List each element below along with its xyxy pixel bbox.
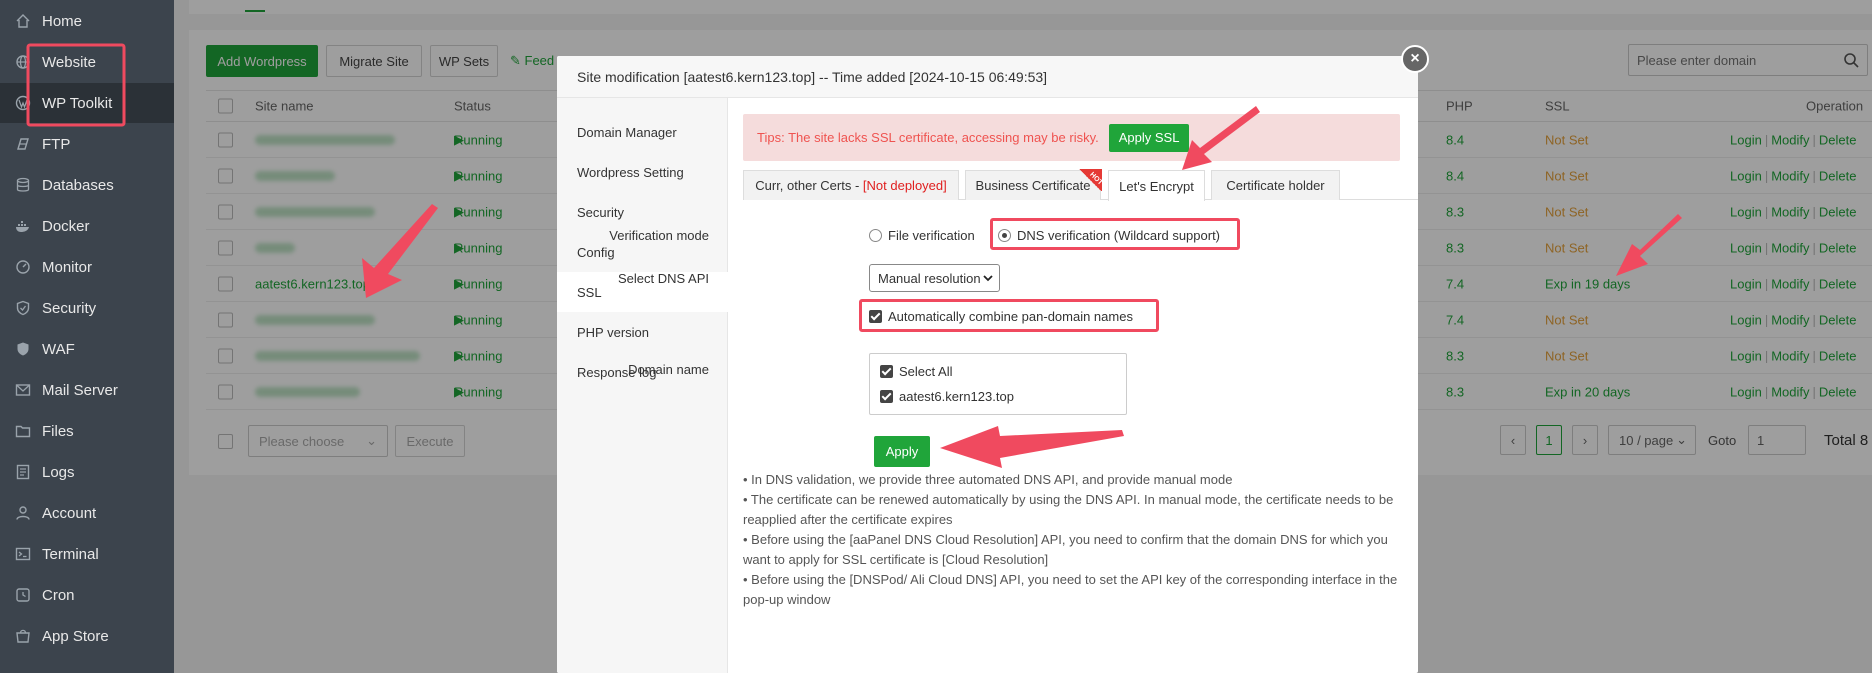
sidebar-item-home[interactable]: Home [0,1,174,41]
domain-item[interactable]: aatest6.kern123.top [880,389,1014,404]
tab-business-certificate[interactable]: Business Certificate HOT [965,169,1104,200]
sidebar-item-monitor[interactable]: Monitor [0,247,174,287]
dns-verification-radio[interactable] [998,229,1011,242]
tab-current-certs[interactable]: Curr, other Certs - [Not deployed] [743,170,959,200]
wordpress-icon [14,94,32,112]
combine-domains-checkbox[interactable] [869,310,882,323]
sidebar-item-databases[interactable]: Databases [0,165,174,205]
menu-item-php-version[interactable]: PHP version [557,312,728,352]
tab-certificate-holder[interactable]: Certificate holder [1211,170,1340,200]
sidebar-item-terminal[interactable]: Terminal [0,534,174,574]
file-verification-label: File verification [888,228,975,243]
select-all-domains-label: Select All [899,364,953,379]
store-icon [14,627,32,645]
chevron-down-icon [983,275,993,282]
menu-item-security[interactable]: Security [557,192,728,232]
folder-icon [14,422,32,440]
sidebar-item-wp-toolkit[interactable]: WP Toolkit [0,83,174,123]
logs-icon [14,463,32,481]
sidebar-item-label: Monitor [42,258,93,276]
monitor-icon [14,258,32,276]
tab-current-label: Curr, other Certs - [755,178,860,193]
sidebar-item-security[interactable]: Security [0,288,174,328]
sidebar-item-logs[interactable]: Logs [0,452,174,492]
sidebar-item-website[interactable]: Website [0,42,174,82]
sidebar-item-waf[interactable]: WAF [0,329,174,369]
shield-icon [14,299,32,317]
clock-icon [14,586,32,604]
domain-name-label: Domain name [628,362,709,377]
dialog-menu: Domain Manager Wordpress Setting Security C… [557,98,728,673]
sidebar-item-label: Databases [42,176,114,194]
combine-domains-label: Automatically combine pan-domain names [888,309,1133,324]
sidebar-item-label: Files [42,422,74,440]
database-icon [14,176,32,194]
sidebar-item-app-store[interactable]: App Store [0,616,174,656]
dns-verification-label: DNS verification (Wildcard support) [1017,228,1221,243]
sidebar-item-label: Home [42,12,83,30]
dns-api-label: Select DNS API [617,271,709,286]
sidebar-item-label: Logs [42,463,75,481]
tab-lets-encrypt[interactable]: Let's Encrypt [1108,170,1205,201]
note-item: • The certificate can be renewed automat… [743,492,1394,527]
sidebar-item-docker[interactable]: Docker [0,206,174,246]
tips-text: Tips: The site lacks SSL certificate, ac… [757,130,1099,145]
sidebar-item-label: App Store [42,627,109,645]
domain-list: Select All aatest6.kern123.top [869,353,1127,415]
waf-icon [14,340,32,358]
ssl-tabs: Curr, other Certs - [Not deployed] Busin… [743,169,1418,201]
file-verification-radio[interactable] [869,229,882,242]
apply-ssl-button[interactable]: Apply SSL [1108,123,1190,152]
sidebar-item-label: Mail Server [42,381,118,399]
sidebar-item-label: Website [42,53,96,71]
apply-button[interactable]: Apply [874,436,930,467]
note-item: • Before using the [aaPanel DNS Cloud Re… [743,532,1388,567]
sidebar-item-ftp[interactable]: FTP [0,124,174,164]
terminal-icon [14,545,32,563]
close-icon[interactable]: × [1401,45,1429,73]
dns-verification-option[interactable]: DNS verification (Wildcard support) [998,228,1220,243]
tab-business-label: Business Certificate [975,178,1091,193]
user-icon [14,504,32,522]
sidebar-item-label: Docker [42,217,90,235]
tab-current-status: [Not deployed] [862,178,947,193]
menu-item-domain-manager[interactable]: Domain Manager [557,112,728,152]
menu-item-wordpress-setting[interactable]: Wordpress Setting [557,152,728,192]
note-item: • Before using the [DNSPod/ Ali Cloud DN… [743,572,1398,607]
site-modification-dialog: Site modification [aatest6.kern123.top] … [557,56,1418,673]
dialog-title: Site modification [aatest6.kern123.top] … [557,56,1418,98]
ftp-icon [14,135,32,153]
sidebar: Home Website WP Toolkit FTP Databases Docker M… [0,0,174,673]
select-all-domains-checkbox[interactable] [880,365,893,378]
home-icon [14,12,32,30]
sidebar-item-label: FTP [42,135,71,153]
select-all-domains[interactable]: Select All [880,364,952,379]
sidebar-item-label: WAF [42,340,75,358]
hot-badge-label: HOT [1088,171,1104,187]
dns-api-select[interactable]: Manual resolution [869,264,1000,292]
verification-mode-label: Verification mode [609,228,709,243]
sidebar-item-cron[interactable]: Cron [0,575,174,615]
sidebar-item-label: Account [42,504,97,522]
sidebar-item-files[interactable]: Files [0,411,174,451]
combine-domains-option[interactable]: Automatically combine pan-domain names [869,309,1133,324]
sidebar-item-label: Security [42,299,97,317]
mail-icon [14,381,32,399]
dns-api-value: Manual resolution [878,270,981,286]
sidebar-item-account[interactable]: Account [0,493,174,533]
domain-item-label: aatest6.kern123.top [899,389,1014,404]
note-item: • In DNS validation, we provide three au… [743,472,1233,487]
docker-icon [14,217,32,235]
sidebar-item-label: Cron [42,586,75,604]
sidebar-item-mail-server[interactable]: Mail Server [0,370,174,410]
dns-notes: • In DNS validation, we provide three au… [743,470,1409,610]
sidebar-item-label: Terminal [42,545,99,563]
hot-badge: HOT [1078,169,1104,191]
sidebar-item-label: WP Toolkit [42,94,113,112]
file-verification-option[interactable]: File verification [869,228,975,243]
globe-icon [14,53,32,71]
domain-item-checkbox[interactable] [880,390,893,403]
ssl-tips-banner: Tips: The site lacks SSL certificate, ac… [743,114,1400,161]
